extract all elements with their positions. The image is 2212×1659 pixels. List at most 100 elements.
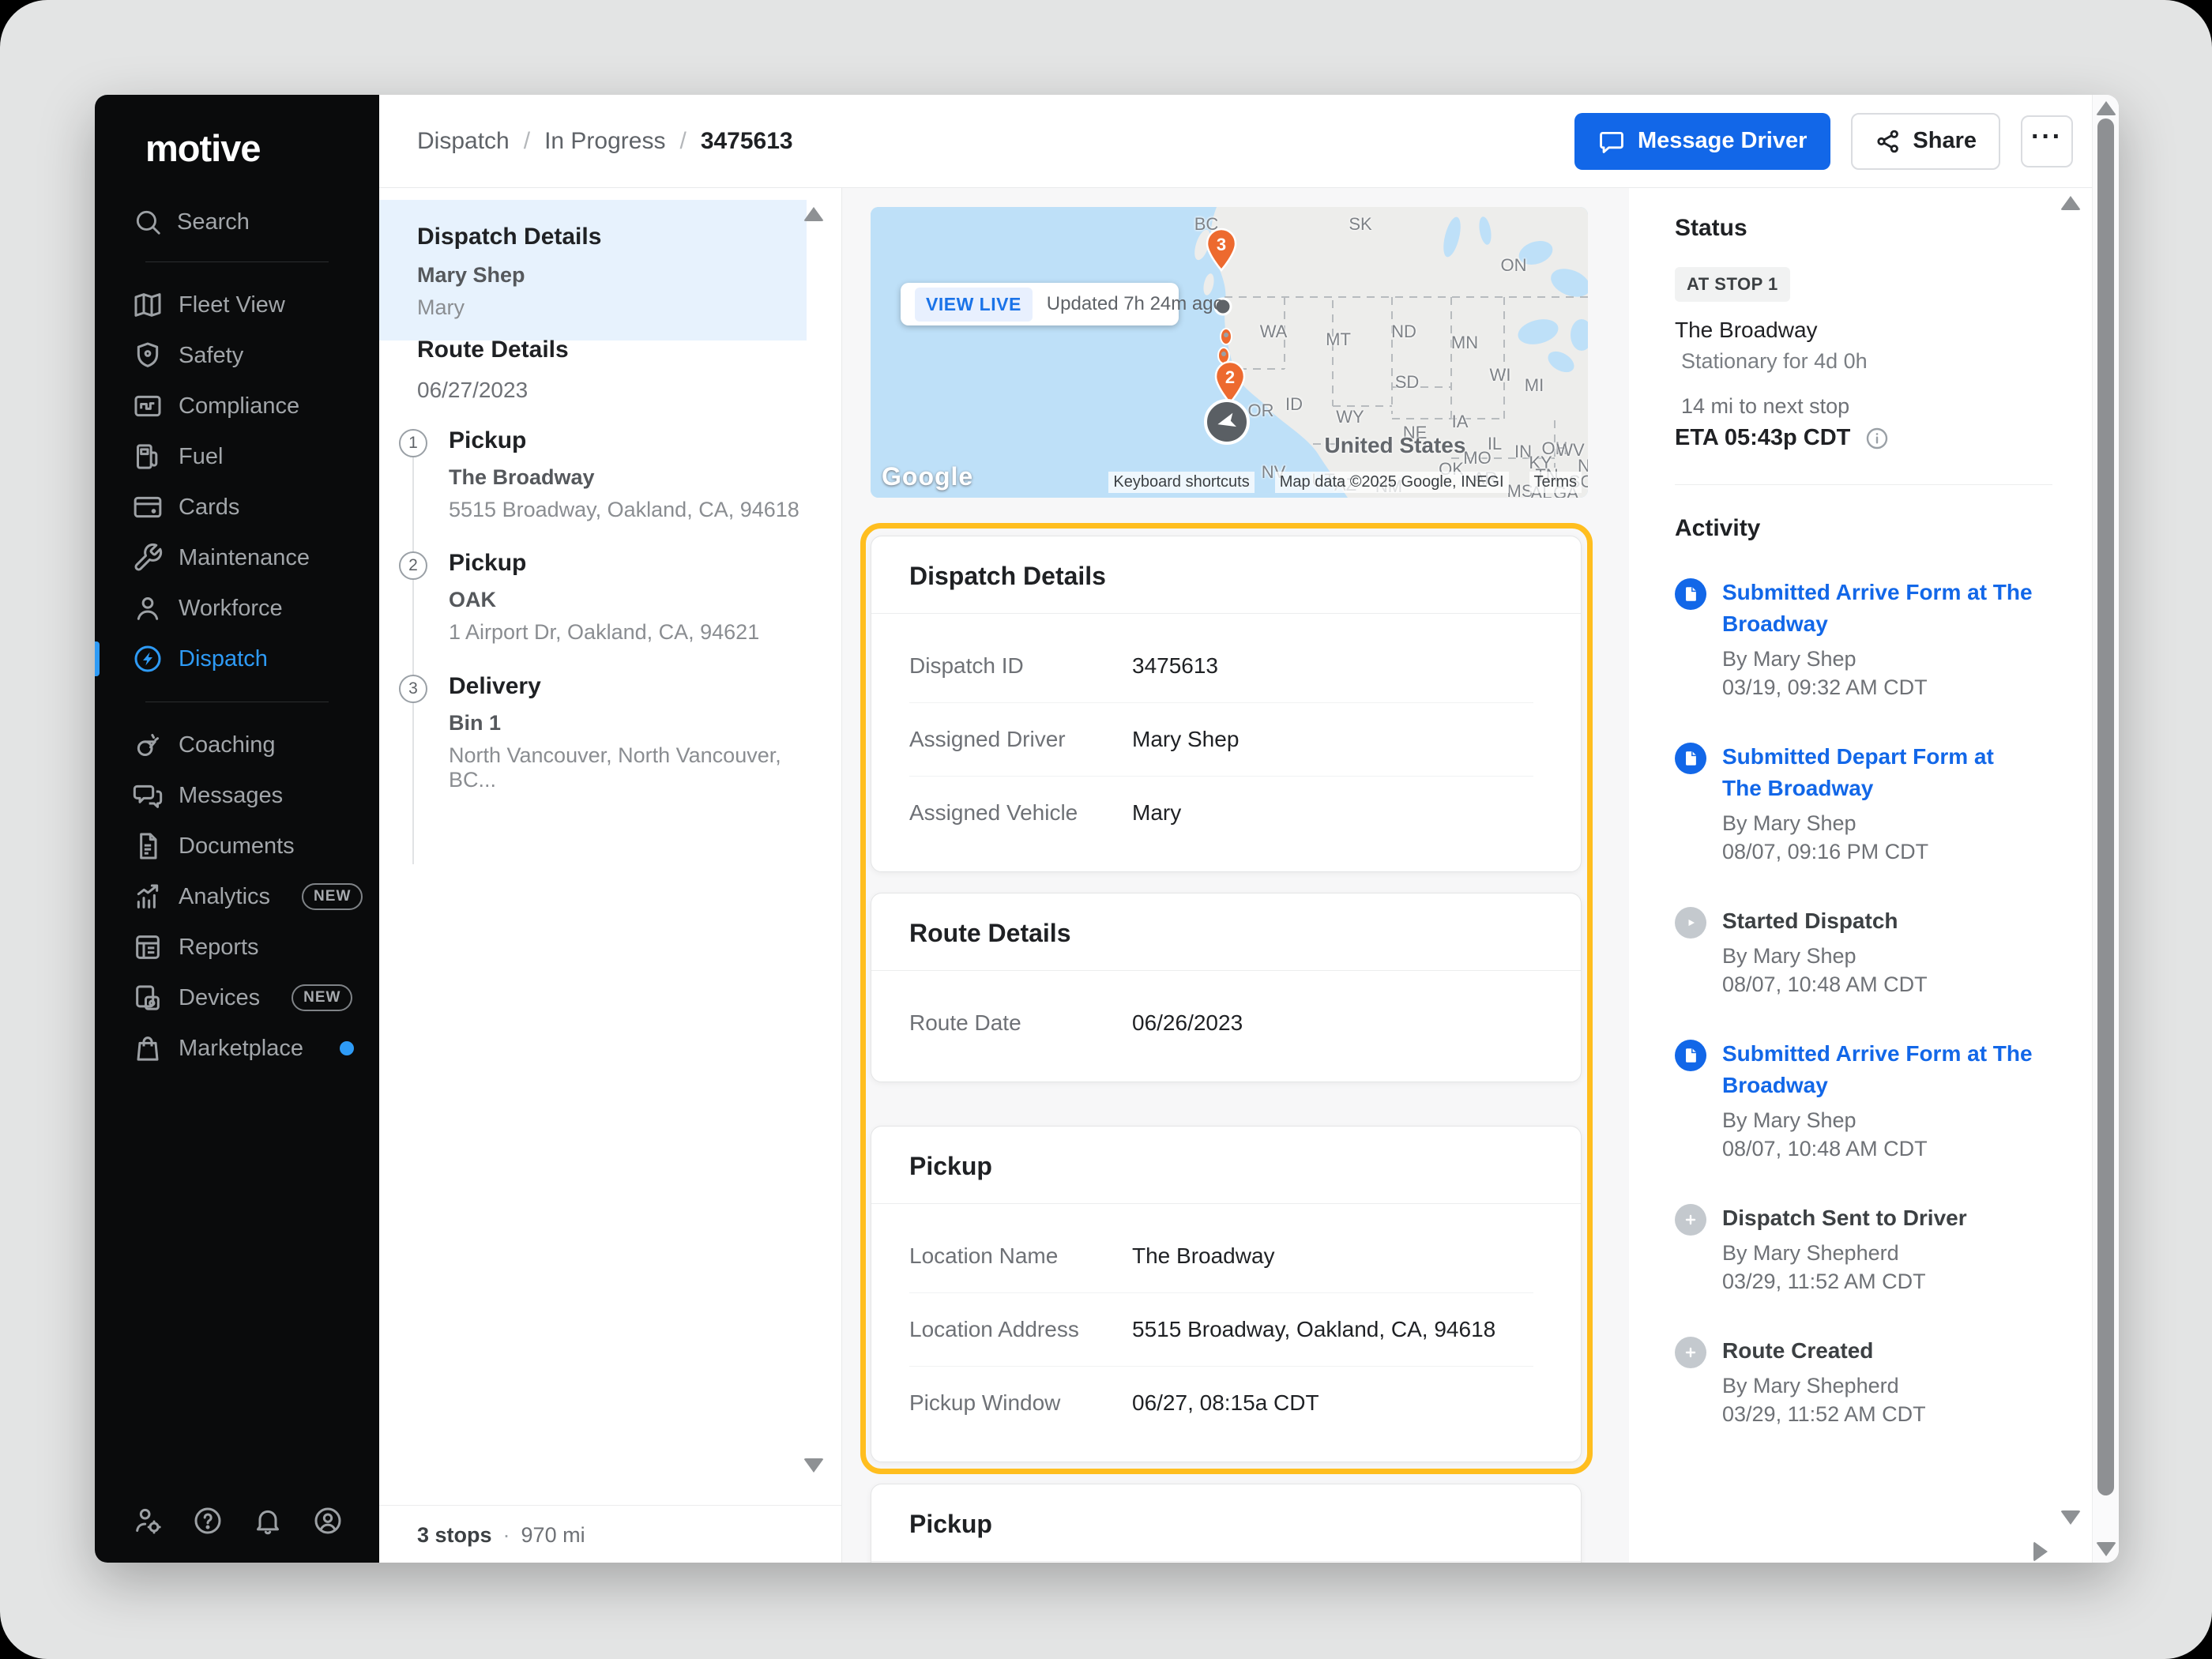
keyboard-shortcuts-link[interactable]: Keyboard shortcuts (1108, 472, 1254, 493)
scrollbar-thumb[interactable] (2097, 118, 2114, 1495)
stop-number: 3 (399, 675, 427, 703)
person-icon (131, 592, 164, 625)
map[interactable]: BCSKONWAMTNDMNWIMIORIDSDWYNEIAILINOHNVUT… (871, 207, 1588, 498)
info-icon[interactable] (1864, 426, 1890, 451)
scroll-up-arrow[interactable] (2060, 196, 2081, 210)
plus-icon (1675, 1204, 1706, 1236)
horizontal-scrollbar[interactable] (1629, 1540, 2092, 1563)
sidebar-item-marketplace[interactable]: Marketplace (95, 1023, 379, 1074)
scroll-down-arrow[interactable] (803, 1458, 824, 1473)
stop-list-footer: 3 stops · 970 mi (379, 1505, 841, 1563)
motive-logo: motive (145, 126, 379, 170)
form-icon (1675, 1040, 1706, 1071)
eld-icon (131, 389, 164, 423)
chat-icon (1598, 128, 1625, 155)
sidebar-bottom-icons (95, 1504, 379, 1537)
breadcrumb-in-progress[interactable]: In Progress (544, 128, 665, 155)
list-item-route-details[interactable]: Route Details 06/27/2023 (417, 337, 569, 403)
terms-link[interactable]: Terms (1529, 472, 1582, 493)
breadcrumb-dispatch-id: 3475613 (701, 128, 793, 155)
sidebar-item-dispatch[interactable]: Dispatch (95, 634, 379, 684)
admin-user-icon[interactable] (131, 1504, 164, 1537)
chat-bubbles-icon (131, 779, 164, 812)
list-item-stop-1[interactable]: 1 Pickup The Broadway 5515 Broadway, Oak… (379, 429, 818, 522)
activity-event: Dispatch Sent to Driver (1722, 1202, 1967, 1234)
app-window: motive Search Fleet View Safety Complian… (95, 95, 2119, 1563)
field-location-address: Location Address 5515 Broadway, Oakland,… (909, 1292, 1533, 1366)
fuel-pump-icon (131, 440, 164, 473)
sidebar-item-cards[interactable]: Cards (95, 482, 379, 532)
mini-stop-marker[interactable] (1221, 329, 1232, 344)
message-driver-button[interactable]: Message Driver (1574, 113, 1830, 170)
scroll-up-arrow[interactable] (803, 207, 824, 221)
scroll-right-arrow[interactable] (2033, 1541, 2048, 1562)
play-icon (1675, 907, 1706, 939)
eta-value: ETA 05:43p CDT (1675, 425, 1850, 451)
sidebar-item-maintenance[interactable]: Maintenance (95, 532, 379, 583)
account-icon[interactable] (311, 1504, 344, 1537)
sidebar-item-fuel[interactable]: Fuel (95, 431, 379, 482)
route-date: 06/27/2023 (417, 378, 569, 403)
breadcrumb: Dispatch / In Progress / 3475613 (417, 128, 793, 155)
sidebar-item-devices[interactable]: Devices NEW (95, 972, 379, 1023)
breadcrumb-dispatch[interactable]: Dispatch (417, 128, 510, 155)
devices-icon (131, 981, 164, 1014)
sidebar-item-messages[interactable]: Messages (95, 770, 379, 821)
sidebar-item-compliance[interactable]: Compliance (95, 381, 379, 431)
main-vertical-scrollbar[interactable] (2092, 95, 2119, 1563)
sidebar-item-coaching[interactable]: Coaching (95, 720, 379, 770)
main-area: Dispatch / In Progress / 3475613 Message… (379, 95, 2092, 1563)
activity-link[interactable]: Submitted Arrive Form at The Broadway (1722, 1038, 2037, 1101)
field-dispatch-id: Dispatch ID 3475613 (909, 630, 1533, 702)
activity-item: Dispatch Sent to Driver By Mary Shepherd… (1675, 1202, 2037, 1296)
shopping-bag-icon (131, 1032, 164, 1065)
list-item-stop-2[interactable]: 2 Pickup OAK 1 Airport Dr, Oakland, CA, … (379, 551, 818, 645)
vehicle-name: Mary (417, 295, 807, 320)
shield-icon (131, 339, 164, 372)
status-title: Status (1675, 215, 2037, 242)
credit-card-icon (131, 491, 164, 524)
activity-link[interactable]: Submitted Arrive Form at The Broadway (1722, 577, 2037, 640)
distance-to-next-stop: 14 mi to next stop (1675, 394, 2037, 419)
stop-list-panel: Dispatch Details Mary Shep Mary Route De… (379, 188, 842, 1563)
breadcrumb-separator: / (524, 128, 530, 155)
map-pin-stop-3[interactable]: 3 (1207, 229, 1236, 270)
list-item-stop-3[interactable]: 3 Delivery Bin 1 North Vancouver, North … (379, 675, 818, 792)
new-badge: NEW (302, 883, 363, 910)
topbar: Dispatch / In Progress / 3475613 Message… (379, 95, 2092, 188)
sidebar-item-reports[interactable]: Reports (95, 922, 379, 972)
activity-title: Activity (1675, 515, 2037, 542)
map-status-card: VIEW LIVE Updated 7h 24m ago (901, 283, 1179, 325)
map-data-text: Map data ©2025 Google, INEGI (1275, 472, 1509, 493)
bell-icon[interactable] (251, 1504, 284, 1537)
scroll-down-arrow[interactable] (2096, 1542, 2116, 1556)
field-route-date: Route Date 06/26/2023 (909, 987, 1533, 1059)
sidebar-item-documents[interactable]: Documents (95, 821, 379, 871)
sidebar-item-safety[interactable]: Safety (95, 330, 379, 381)
view-live-button[interactable]: VIEW LIVE (915, 288, 1033, 322)
sidebar-item-workforce[interactable]: Workforce (95, 583, 379, 634)
form-icon (1675, 578, 1706, 610)
report-icon (131, 931, 164, 964)
analytics-chart-icon (131, 880, 164, 913)
activity-item: Route Created By Mary Shepherd 03/29, 11… (1675, 1335, 2037, 1428)
scroll-down-arrow[interactable] (2060, 1510, 2081, 1525)
route-distance: 970 mi (521, 1523, 585, 1548)
help-icon[interactable] (191, 1504, 224, 1537)
sidebar-divider (145, 261, 329, 262)
svg-text:2: 2 (1225, 367, 1235, 387)
map-pin-stop-2[interactable]: 2 (1216, 362, 1244, 403)
share-button[interactable]: Share (1851, 113, 2000, 170)
breadcrumb-separator: / (679, 128, 686, 155)
field-location-name: Location Name The Broadway (909, 1220, 1533, 1292)
sidebar-item-search[interactable]: Search (95, 200, 379, 244)
route-details-card: Route Details Route Date 06/26/2023 (871, 893, 1582, 1082)
status-activity-panel: Status AT STOP 1 The Broadway Stationary… (1629, 188, 2092, 1563)
more-actions-button[interactable]: ··· (2021, 115, 2073, 167)
activity-link[interactable]: Submitted Depart Form at The Broadway (1722, 741, 2037, 804)
scroll-up-arrow[interactable] (2096, 101, 2116, 115)
vehicle-location-marker[interactable] (1206, 401, 1248, 443)
sidebar-item-analytics[interactable]: Analytics NEW (95, 871, 379, 922)
list-item-dispatch-details[interactable]: Dispatch Details Mary Shep Mary (379, 200, 807, 340)
sidebar-item-fleet-view[interactable]: Fleet View (95, 280, 379, 330)
